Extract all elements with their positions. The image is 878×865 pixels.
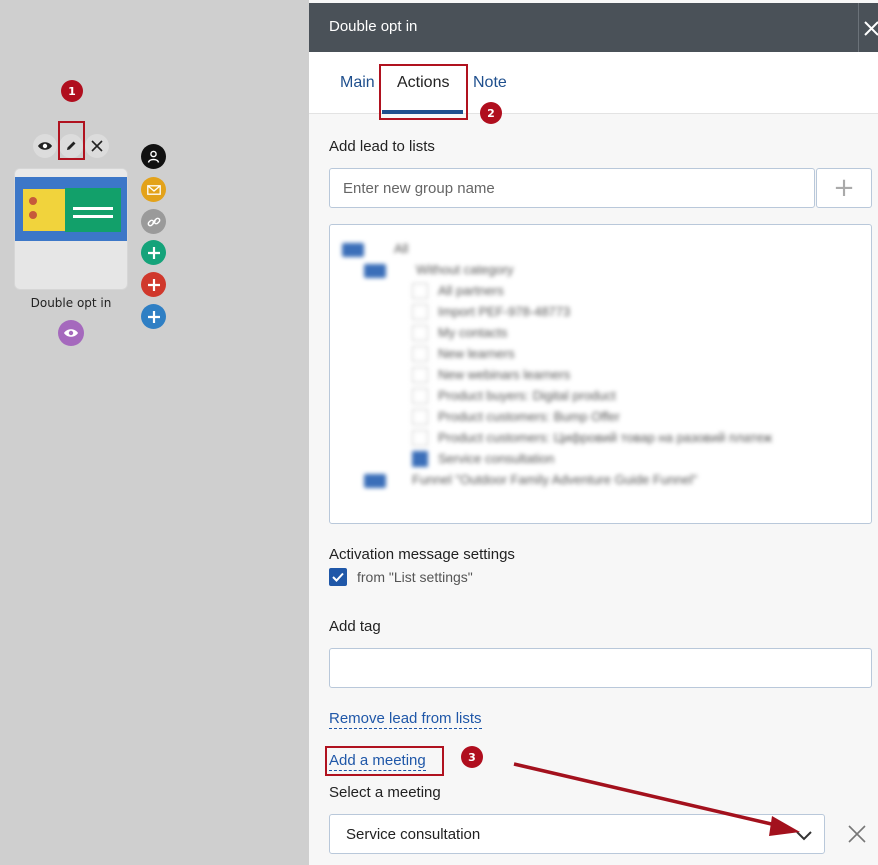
node-label: Double opt in [30,296,112,310]
link-icon [147,217,160,226]
list-checkbox[interactable] [412,388,428,404]
panel-title: Double opt in [329,18,418,35]
plus-icon [147,310,160,323]
annotation-badge-1: 1 [61,80,83,102]
panel-header: Double opt in [309,3,878,52]
list-checkbox[interactable] [412,304,428,320]
add-green-action[interactable] [141,240,166,265]
settings-panel: Double opt in Main Actions Note 2 Add le… [309,0,878,865]
tree-root[interactable]: All [394,241,408,256]
remove-lead-link[interactable]: Remove lead from lists [329,710,482,729]
plus-icon [147,246,160,259]
delete-button[interactable] [85,134,109,158]
card-top-bar [15,169,127,177]
activation-checkbox-label: from "List settings" [357,569,473,585]
plus-icon [147,278,160,291]
lists-tree[interactable]: All Without category All partners Import… [329,224,872,524]
remove-meeting-icon[interactable] [847,824,867,844]
tree-item[interactable]: New webinars learners [438,367,570,382]
node-card[interactable] [14,168,128,290]
thumbnail-avatar [29,197,37,205]
activation-label: Activation message settings [329,546,515,563]
page-thumbnail [15,177,127,241]
activation-checkbox[interactable] [329,568,347,586]
add-red-action[interactable] [141,272,166,297]
meeting-select-value: Service consultation [346,826,481,843]
thumbnail-block-green [65,188,121,232]
list-checkbox[interactable] [412,283,428,299]
tree-item[interactable]: My contacts [438,325,507,340]
folder-icon [342,243,364,257]
add-link-action[interactable] [141,209,166,234]
funnel-canvas: 1 Double opt in [0,0,309,865]
folder-icon [364,474,386,488]
annotation-frame-actions [379,64,468,120]
tree-folder[interactable]: Without category [416,262,514,277]
eye-icon [38,142,52,150]
tree-item[interactable]: Import PEF-978-48773 [438,304,570,319]
node-preview-button[interactable] [58,320,84,346]
tree-item[interactable]: Product customers: Цифровий товар на раз… [438,430,772,445]
chevron-down-icon [796,831,812,841]
add-user-action[interactable] [141,144,166,169]
annotation-badge-3: 3 [461,746,483,768]
tree-item[interactable]: Product customers: Bump Offer [438,409,620,424]
tag-field[interactable] [329,648,872,688]
meeting-select[interactable]: Service consultation [329,814,825,854]
list-checkbox[interactable] [412,325,428,341]
thumbnail-avatar [29,211,37,219]
add-group-button[interactable]: + [816,168,872,208]
preview-button[interactable] [33,134,57,158]
list-checkbox[interactable] [412,367,428,383]
select-meeting-label: Select a meeting [329,784,441,801]
tab-main[interactable]: Main [340,74,375,92]
tree-folder[interactable]: Funnel "Outdoor Family Adventure Guide F… [412,472,697,487]
close-icon [91,140,103,152]
list-checkbox[interactable] [412,430,428,446]
add-email-action[interactable] [141,177,166,202]
close-icon [864,20,878,36]
add-tag-label: Add tag [329,618,381,635]
checkmark-icon [332,572,344,582]
annotation-frame-meeting [325,746,444,776]
annotation-frame-edit [58,121,85,160]
group-name-input[interactable] [330,169,814,207]
eye-icon [64,329,78,337]
mail-icon [146,184,161,195]
tree-item[interactable]: All partners [438,283,504,298]
panel-close-button[interactable] [858,3,878,52]
tag-input[interactable] [330,649,871,687]
tree-item[interactable]: Product buyers: Digital product [438,388,616,403]
add-blue-action[interactable] [141,304,166,329]
folder-icon [364,264,386,278]
add-lead-label: Add lead to lists [329,138,435,155]
group-name-field[interactable] [329,168,815,208]
tree-item[interactable]: Service consultation [438,451,554,466]
list-checkbox-checked[interactable] [412,451,428,467]
tree-item[interactable]: New learners [438,346,515,361]
panel-tabs: Main Actions Note [309,52,878,120]
list-checkbox[interactable] [412,346,428,362]
thumbnail-line [73,215,113,218]
thumbnail-line [73,207,113,210]
tab-note[interactable]: Note [473,74,507,92]
list-checkbox[interactable] [412,409,428,425]
annotation-badge-2: 2 [480,102,502,124]
user-icon [147,150,160,163]
lists-tree-content: All Without category All partners Import… [330,225,871,523]
